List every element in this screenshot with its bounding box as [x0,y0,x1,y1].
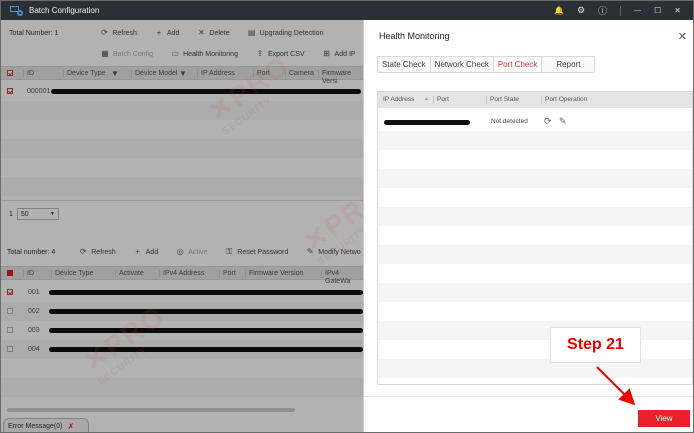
port-table-header: IP Address ▲ Port Port State Port Operat… [378,92,692,108]
gear-icon[interactable]: ⚙ [577,5,585,16]
table-row[interactable]: Not detected ⟳ ✎ [378,112,692,131]
tab-report[interactable]: Report [541,56,596,72]
col-port-operation[interactable]: Port Operation [541,96,587,104]
step-annotation: Step 21 [550,327,641,363]
batch-config-app-icon [10,5,23,16]
port-state-value: Not detected [491,118,528,125]
sort-icon[interactable]: ▲ [424,96,429,102]
titlebar-separator [620,5,622,16]
table-row [378,226,692,245]
table-row [378,340,692,359]
close-icon[interactable]: ✕ [674,6,681,15]
minimize-icon[interactable]: — [634,7,641,14]
view-button[interactable]: View [638,410,690,427]
step-arrow [596,366,636,406]
table-row [378,150,692,169]
panel-footer-divider [364,396,693,397]
table-row [378,245,692,264]
table-row [378,169,692,188]
window-title: Batch Configuration [29,6,100,15]
col-port[interactable]: Port [433,96,449,104]
refresh-icon[interactable]: ⟳ [544,116,552,127]
col-ip-address[interactable]: IP Address [380,96,414,104]
table-row [378,302,692,321]
port-check-table: IP Address ▲ Port Port State Port Operat… [377,91,693,385]
tab-network-check[interactable]: Network Check [429,56,494,72]
table-row [378,283,692,302]
close-icon[interactable]: ✕ [678,30,687,43]
table-row [378,131,692,150]
table-row [378,188,692,207]
table-row [378,207,692,226]
app-window: Batch Configuration 🔔 ⚙ ⓘ — ☐ ✕ Total Nu… [0,0,694,433]
maximize-icon[interactable]: ☐ [654,6,661,15]
panel-title: Health Monitoring [379,31,450,41]
panel-tabs: State Check Network Check Port Check Rep… [377,56,596,73]
table-row [378,359,692,378]
info-icon[interactable]: ⓘ [598,4,607,17]
table-row [378,321,692,340]
title-bar: Batch Configuration 🔔 ⚙ ⓘ — ☐ ✕ [1,1,693,20]
modal-backdrop[interactable] [1,20,363,432]
tab-state-check[interactable]: State Check [377,56,431,72]
bell-icon[interactable]: 🔔 [554,6,564,15]
edit-icon[interactable]: ✎ [559,116,567,127]
redacted-ip-port [384,120,470,125]
tab-port-check[interactable]: Port Check [492,56,543,72]
col-port-state[interactable]: Port State [486,96,519,104]
table-row [378,264,692,283]
health-monitoring-panel: Health Monitoring ✕ State Check Network … [363,20,693,432]
